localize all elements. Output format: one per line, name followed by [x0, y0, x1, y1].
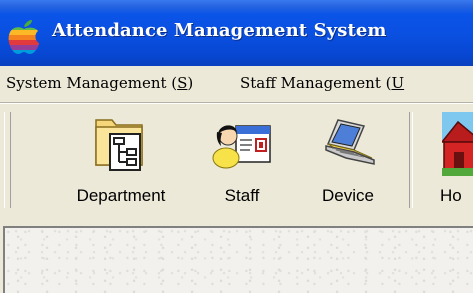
- staff-button[interactable]: Staff: [204, 108, 280, 212]
- department-tree-icon: [95, 119, 143, 171]
- menu-label: Staff Management (: [240, 74, 392, 92]
- holiday-button[interactable]: Ho: [436, 108, 473, 212]
- toolbar: Department Staff Device Ho: [0, 103, 473, 216]
- laptop-device-icon: [325, 119, 375, 165]
- menu-bar: System Management (S) Staff Management (…: [0, 66, 473, 103]
- menu-accelerator: U: [391, 74, 405, 92]
- menu-label: System Management (: [6, 74, 178, 92]
- apple-logo-icon[interactable]: [4, 17, 44, 57]
- staff-label: Staff: [224, 186, 260, 205]
- main-window: Attendance Management System System Mana…: [0, 0, 473, 293]
- holiday-house-icon: [442, 112, 473, 176]
- department-button[interactable]: Department: [52, 108, 190, 212]
- menu-system-management[interactable]: System Management (S): [6, 74, 193, 92]
- device-label: Device: [322, 186, 374, 205]
- department-label: Department: [76, 186, 166, 205]
- menu-accelerator: S: [177, 74, 188, 92]
- toolbar-separator: [409, 112, 413, 208]
- device-button[interactable]: Device: [298, 108, 398, 212]
- menu-label-end: ): [187, 74, 194, 92]
- holiday-label: Ho: [440, 186, 462, 205]
- window-title: Attendance Management System: [52, 20, 387, 41]
- workspace-area: [0, 216, 473, 293]
- toolbar-grip[interactable]: [4, 112, 11, 208]
- staff-card-icon: [212, 125, 271, 169]
- menu-staff-management[interactable]: Staff Management (U: [240, 74, 404, 92]
- workspace-panel: [3, 226, 473, 293]
- title-bar[interactable]: Attendance Management System: [0, 0, 473, 66]
